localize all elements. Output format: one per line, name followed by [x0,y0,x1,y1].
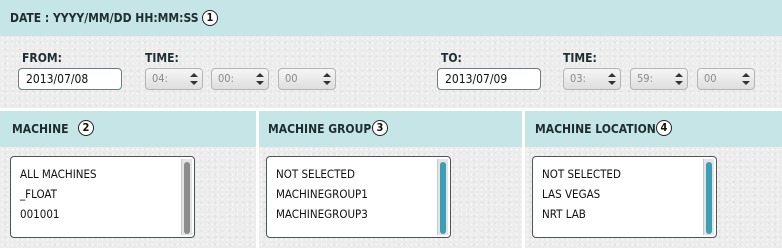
from-second-value: 00 [285,72,298,85]
date-section-title: DATE : YYYY/MM/DD HH:MM:SS [10,11,199,25]
spinner-arrows-icon[interactable] [323,73,331,85]
machine-location-listbox[interactable]: NOT SELECTED LAS VEGAS NRT LAB [532,156,717,238]
machine-group-scroll-thumb[interactable] [440,162,446,234]
from-date-input[interactable]: 2013/07/08 [18,68,122,90]
spinner-arrows-icon[interactable] [190,73,198,85]
machine-scrollbar[interactable] [181,159,192,235]
machine-group-listbox[interactable]: NOT SELECTED MACHINEGROUP1 MACHINEGROUP3 [266,156,451,238]
to-label: TO: [441,51,462,65]
machine-title: MACHINE [12,122,69,136]
machine-location-badge: 4 [656,120,672,136]
machine-group-option[interactable]: NOT SELECTED [276,167,355,181]
to-minute-value: 59: [637,72,653,85]
from-label: FROM: [22,51,62,65]
to-hour-value: 03: [570,72,586,85]
machine-option[interactable]: 001001 [20,207,60,221]
to-time-label: TIME: [563,51,597,65]
machine-option[interactable]: _FLOAT [20,187,57,201]
machine-option[interactable]: ALL MACHINES [20,167,97,181]
from-hour-spinner[interactable]: 04: [145,68,203,90]
machine-location-scrollbar[interactable] [703,159,714,235]
to-minute-spinner[interactable]: 59: [630,68,688,90]
to-date-input[interactable]: 2013/07/09 [437,68,541,90]
to-second-spinner[interactable]: 00 [697,68,755,90]
to-second-value: 00 [704,72,717,85]
spinner-arrows-icon[interactable] [608,73,616,85]
machine-location-option[interactable]: LAS VEGAS [542,187,600,201]
from-minute-value: 00: [218,72,234,85]
spinner-arrows-icon[interactable] [742,73,750,85]
to-hour-spinner[interactable]: 03: [563,68,621,90]
machine-location-option[interactable]: NOT SELECTED [542,167,621,181]
from-second-spinner[interactable]: 00 [278,68,336,90]
machine-group-option[interactable]: MACHINEGROUP3 [276,207,368,221]
spinner-arrows-icon[interactable] [256,73,264,85]
machine-group-badge: 3 [372,120,388,136]
from-time-label: TIME: [145,51,179,65]
spinner-arrows-icon[interactable] [675,73,683,85]
from-hour-value: 04: [152,72,168,85]
date-section-badge: 1 [202,10,218,26]
machine-location-option[interactable]: NRT LAB [542,207,586,221]
machine-scroll-thumb[interactable] [184,162,190,234]
machine-location-title: MACHINE LOCATION [535,122,656,136]
machine-group-title: MACHINE GROUP [268,122,372,136]
from-minute-spinner[interactable]: 00: [211,68,269,90]
machine-location-scroll-thumb[interactable] [706,162,712,234]
machine-listbox[interactable]: ALL MACHINES _FLOAT 001001 [10,156,195,238]
machine-group-option[interactable]: MACHINEGROUP1 [276,187,368,201]
machine-badge: 2 [78,120,94,136]
machine-group-scrollbar[interactable] [437,159,448,235]
